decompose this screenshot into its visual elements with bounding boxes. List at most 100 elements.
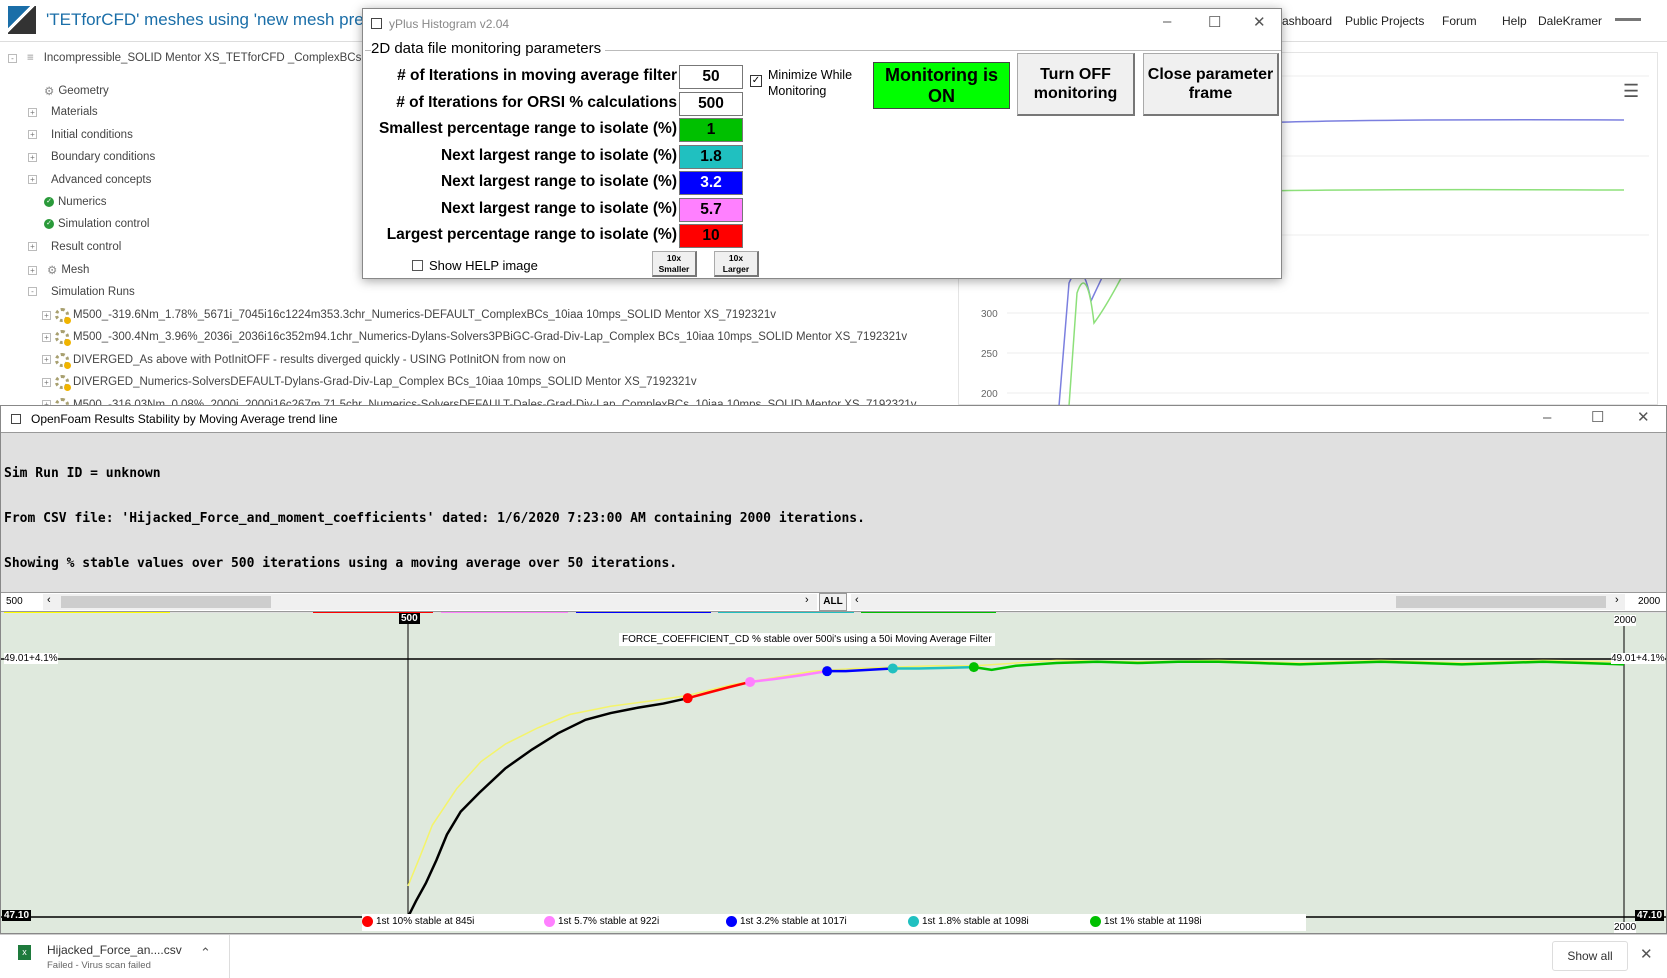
tree-item-label: Result control [51, 240, 122, 253]
expand-icon[interactable]: + [28, 265, 37, 275]
gear-icon [55, 375, 71, 392]
param-row: Next largest range to isolate (%) [363, 171, 677, 195]
tree-item[interactable]: + Result control [28, 241, 121, 253]
legend-label: 1st 10% stable at 845i [376, 916, 475, 927]
nav-forum[interactable]: Forum [1442, 14, 1477, 28]
tree-item[interactable]: + M500_-300.4Nm_3.96%_2036i_2036i16c352m9… [42, 330, 907, 347]
expand-icon[interactable]: + [28, 107, 37, 117]
close-button[interactable]: ✕ [1253, 13, 1266, 31]
download-bar: x Hijacked_Force_an....csv Failed - Viru… [0, 934, 1667, 978]
show-all-button[interactable]: Show all [1552, 941, 1628, 971]
param-label: Next largest range to isolate (%) [440, 173, 677, 190]
download-options-chevron-icon[interactable]: ⌃ [200, 945, 211, 961]
download-status: Failed - Virus scan failed [47, 960, 151, 971]
tree-item-label: DIVERGED_As above with PotInitOFF - resu… [73, 353, 566, 366]
expand-icon[interactable]: + [28, 242, 37, 252]
tree-item[interactable]: + Boundary conditions [28, 151, 155, 163]
summary-line: Showing % stable values over 500 iterati… [4, 556, 678, 571]
chart-plot [1, 613, 1666, 931]
tree-item[interactable]: ✓ Numerics [44, 196, 107, 208]
nav-help[interactable]: Help [1502, 14, 1527, 28]
moving-average-segment [892, 665, 974, 670]
scroll-left-arrow[interactable]: ‹ [855, 594, 859, 606]
smaller-button[interactable]: 10x Smaller [652, 251, 697, 277]
scroll-thumb[interactable] [61, 596, 271, 608]
maximize-button[interactable]: ☐ [1208, 13, 1221, 31]
legend-label: 1st 1% stable at 1198i [1104, 916, 1202, 927]
x-end-label-bottom: 2000 [1614, 922, 1637, 933]
gear-icon [55, 352, 71, 369]
close-button[interactable]: ✕ [1637, 408, 1650, 426]
tree-item[interactable]: - ≡ Incompressible_SOLID Mentor XS_TETforC… [8, 52, 361, 64]
minimize-button[interactable]: – [1543, 409, 1551, 426]
tree-item[interactable]: ✓ Simulation control [44, 218, 149, 230]
download-file-name[interactable]: Hijacked_Force_an....csv [47, 943, 182, 957]
expand-icon[interactable]: + [42, 377, 51, 387]
expand-icon[interactable]: + [42, 355, 51, 365]
tree-item-label: Simulation Runs [51, 285, 135, 298]
expand-icon[interactable]: + [28, 130, 37, 140]
expand-icon[interactable]: + [42, 310, 51, 320]
show-help-checkbox[interactable] [412, 260, 423, 271]
minimize-button[interactable]: – [1163, 13, 1171, 30]
tree-item[interactable]: + DIVERGED_As above with PotInitOFF - res… [42, 352, 566, 369]
param-input[interactable]: 3.2 [679, 171, 743, 195]
show-help-label: Show HELP image [429, 258, 538, 273]
scroll-right-arrow[interactable]: › [1615, 594, 1619, 606]
nav-user[interactable]: DaleKramer [1538, 14, 1602, 28]
param-input[interactable]: 1 [679, 118, 743, 142]
all-button[interactable]: ALL [819, 593, 847, 611]
gear-icon [55, 308, 71, 324]
scroll-left-arrow[interactable]: ‹ [47, 594, 51, 606]
nav-dashboard[interactable]: ashboard [1282, 14, 1332, 28]
tree-item-label: Materials [51, 106, 98, 119]
param-label: # of Iterations for ORSI % calculations [396, 93, 677, 111]
sim-run-id: Sim Run ID = unknown [4, 466, 161, 481]
close-parameter-frame-button[interactable]: Close parameter frame [1143, 53, 1279, 116]
param-input[interactable]: 500 [679, 91, 743, 116]
expand-icon[interactable]: + [28, 152, 37, 162]
expand-icon[interactable]: + [42, 332, 51, 342]
left-scrollbar[interactable]: ‹ › [43, 594, 817, 610]
param-input[interactable]: 10 [679, 224, 743, 248]
turn-off-monitoring-button[interactable]: Turn OFF monitoring [1017, 53, 1135, 116]
param-label: Smallest percentage range to isolate (%) [378, 120, 677, 137]
param-input[interactable]: 5.7 [679, 197, 743, 222]
tree-item[interactable]: + ⚙ Mesh [28, 263, 89, 277]
tree-item-label: Simulation control [58, 218, 150, 231]
tree-item[interactable]: + Advanced concepts [28, 174, 151, 186]
collapse-icon[interactable]: - [8, 53, 17, 63]
user-avatar-icon[interactable] [1615, 18, 1641, 21]
right-scrollbar[interactable]: ‹ › [851, 594, 1625, 610]
mesh-icon: ⚙ [47, 265, 58, 278]
tree-item[interactable]: - Simulation Runs [28, 286, 135, 298]
app-logo[interactable] [8, 6, 36, 34]
tree-item[interactable]: ⚙ Geometry [44, 84, 109, 98]
tree-item[interactable]: + Initial conditions [28, 129, 133, 141]
scroll-thumb[interactable] [1396, 596, 1606, 608]
collapse-icon[interactable]: - [28, 287, 37, 297]
expand-icon[interactable]: + [28, 175, 37, 185]
close-download-bar-icon[interactable]: ✕ [1640, 945, 1653, 963]
scroll-right-arrow[interactable]: › [805, 594, 809, 606]
stable-point-marker [682, 693, 693, 704]
stable-point-marker [887, 663, 898, 674]
stable-point-marker [745, 676, 756, 687]
tree-item[interactable]: + M500_-319.6Nm_1.78%_5671i_7045i16c1224m… [42, 308, 776, 324]
param-input[interactable]: 50 [679, 65, 743, 89]
larger-button[interactable]: 10x Larger [714, 251, 759, 277]
chart-menu-icon[interactable]: ☰ [1623, 81, 1639, 102]
gear-icon [55, 330, 71, 347]
chart-title: FORCE_COEFFICIENT_CD % stable over 500i'… [619, 633, 995, 646]
param-input[interactable]: 1.8 [679, 144, 743, 169]
window-icon [371, 18, 382, 29]
tree-item-label: Geometry [58, 85, 109, 97]
nav-public-projects[interactable]: Public Projects [1345, 14, 1424, 28]
chart-legend: 1st 10% stable at 845i 1st 5.7% stable at… [362, 914, 1306, 931]
tree-item[interactable]: + Materials [28, 106, 98, 118]
param-row: # of Iterations in moving average filter [363, 65, 677, 89]
monitoring-status: Monitoring is ON [873, 62, 1010, 109]
maximize-button[interactable]: ☐ [1591, 408, 1604, 426]
tree-item[interactable]: + DIVERGED_Numerics-SolversDEFAULT-Dylans… [42, 375, 697, 392]
minimize-checkbox[interactable]: ✓ [750, 75, 762, 87]
